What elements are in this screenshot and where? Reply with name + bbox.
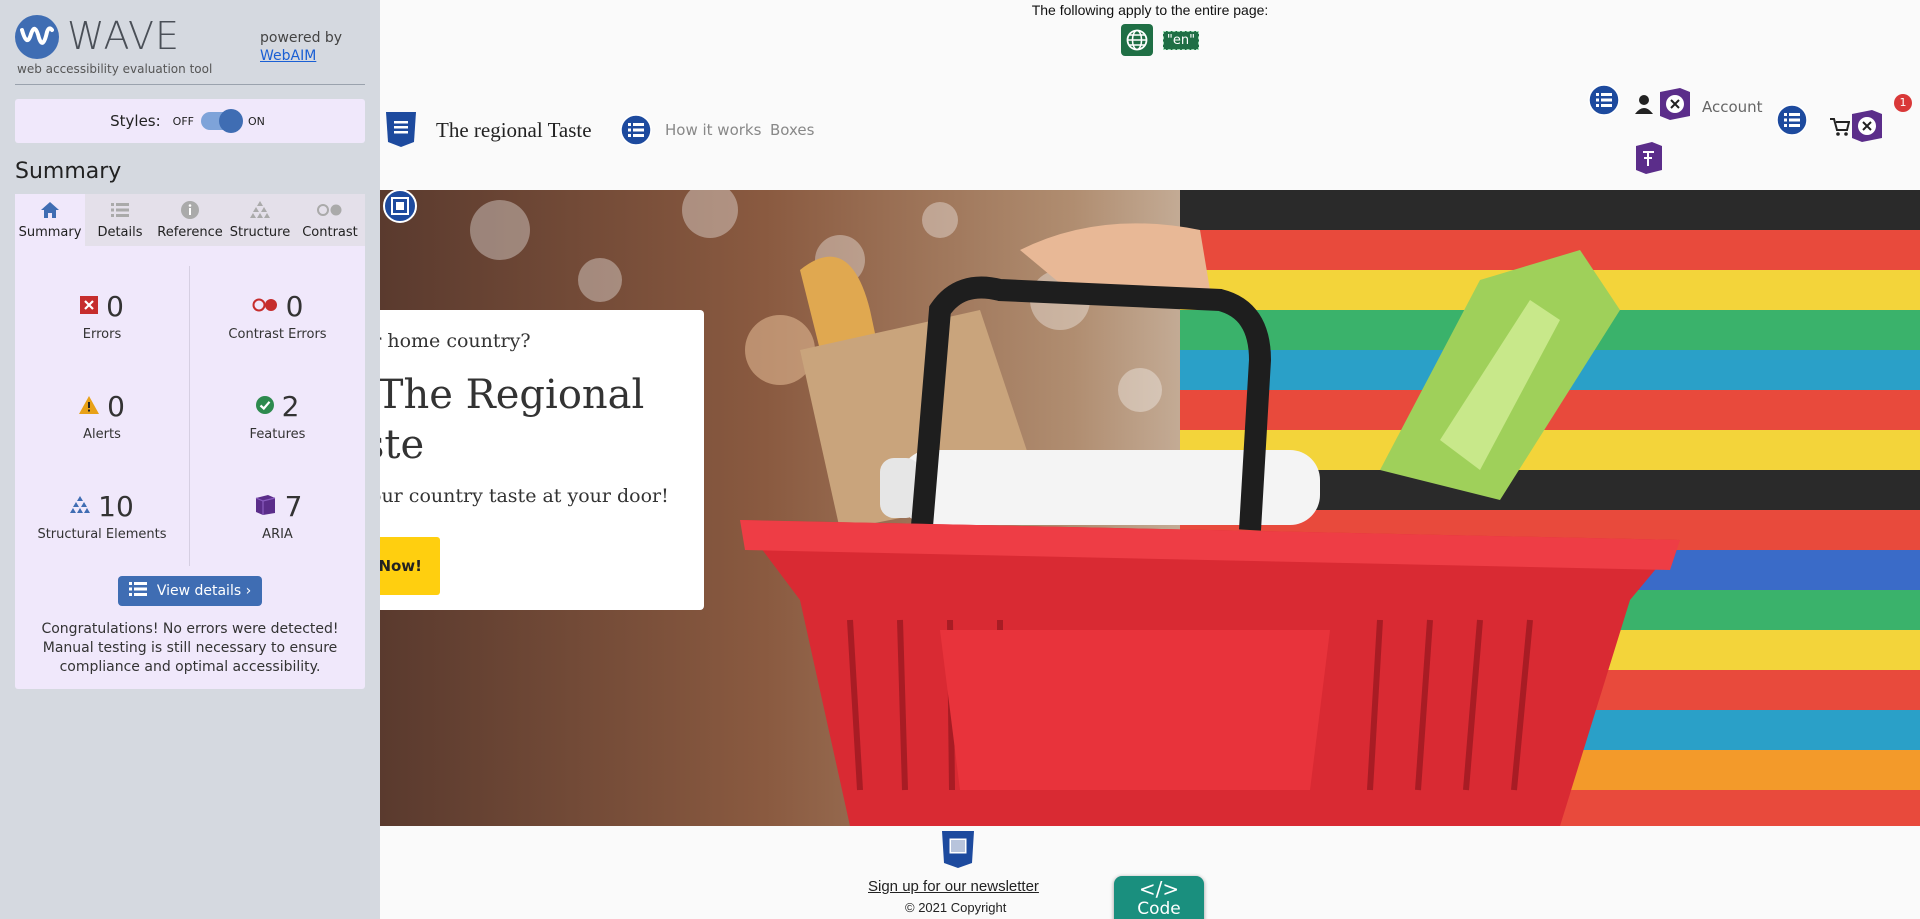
styles-toggle[interactable] [200,109,243,133]
site-header: The regional Taste How it works Boxes Ac… [380,70,1920,190]
nav-how-it-works[interactable]: How it works [665,121,761,139]
wave-title: WAVE [67,14,181,58]
stat-contrast-errors[interactable]: 0 Contrast Errors [190,266,365,366]
language-code: "en" [1162,30,1200,50]
structural-count: 10 [98,490,134,523]
header-landmark-icon[interactable] [384,110,418,152]
summary-stats: 0 Errors 0 Contrast Errors 0 Alerts 2 Fe… [15,246,365,566]
hero-cta-button[interactable]: Now! [380,537,440,595]
list-structure-icon[interactable] [1776,104,1808,140]
alerts-label: Alerts [83,427,121,442]
structure-tree-icon [70,495,91,518]
wave-sidebar: WAVE web accessibility evaluation tool p… [0,0,380,919]
features-label: Features [249,427,306,442]
stat-features[interactable]: 2 Features [190,366,365,466]
errors-count: 0 [106,290,124,323]
summary-panel: Summary Details Reference Structure Cont… [15,194,365,689]
summary-heading: Summary [15,159,122,184]
aria-count: 7 [284,490,303,523]
tab-structure[interactable]: Structure [225,194,295,246]
powered-by: powered by WebAIM [260,29,342,65]
contrast-icon [317,199,343,221]
user-icon[interactable] [1634,94,1654,118]
aria-close-icon[interactable] [1658,88,1692,124]
styles-on-label: ON [247,114,265,128]
tab-contrast[interactable]: Contrast [295,194,365,246]
list-structure-icon[interactable] [1588,84,1620,120]
stat-structural[interactable]: 10 Structural Elements [15,466,190,566]
code-tab-label: Code [1137,899,1181,919]
stat-alerts[interactable]: 0 Alerts [15,366,190,466]
hero-heading-line2: aste [380,422,425,468]
region-landmark-icon[interactable] [382,190,418,228]
applies-text: The following apply to the entire page: [1031,2,1269,18]
styles-toggle-row: Styles: OFF ON [15,99,365,143]
hero-question: ur home country? [380,330,531,352]
newsletter-link[interactable]: Sign up for our newsletter [868,878,1039,895]
aria-close-icon[interactable] [1850,110,1884,146]
hero-banner: ur home country? o The Regional aste our… [380,190,1920,826]
stat-errors[interactable]: 0 Errors [15,266,190,366]
copyright-text: © 2021 Copyright [905,900,1007,915]
wave-tagline: web accessibility evaluation tool [17,62,213,76]
footer-landmark-icon[interactable] [940,829,976,873]
webaim-link[interactable]: WebAIM [260,48,316,64]
alerts-count: 0 [107,390,125,423]
alert-icon [79,395,100,418]
cart-icon[interactable] [1830,118,1851,140]
aria-label-icon[interactable] [1634,142,1664,178]
tab-summary[interactable]: Summary [15,194,85,246]
tab-reference-label: Reference [157,225,223,240]
account-link[interactable]: Account [1702,98,1763,116]
wave-header: WAVE web accessibility evaluation tool p… [15,0,365,85]
error-icon [80,295,99,318]
cart-count-badge: 1 [1894,94,1912,112]
aria-cube-icon [253,494,277,520]
evaluated-page: The following apply to the entire page: … [380,0,1920,919]
tab-details-label: Details [97,225,143,240]
list-icon [128,582,147,600]
contrast-errors-count: 0 [285,290,304,323]
tab-contrast-label: Contrast [302,225,358,240]
home-icon [41,199,59,221]
list-icon [111,199,129,221]
nav-boxes[interactable]: Boxes [770,121,814,139]
contrast-errors-label: Contrast Errors [228,327,327,342]
feature-check-icon [255,395,274,418]
hero-heading: o The Regional aste [380,370,644,470]
hero-heading-line1: o The Regional [380,372,645,418]
powered-by-label: powered by [260,30,343,46]
structure-icon [250,199,270,221]
wave-logo-icon [15,15,59,59]
aria-label: ARIA [262,527,293,542]
code-icon: </> [1138,877,1180,901]
tab-details[interactable]: Details [85,194,155,246]
globe-icon[interactable] [1120,24,1153,56]
features-count: 2 [281,390,300,423]
contrast-error-icon [252,297,278,316]
view-details-button[interactable]: View details › [118,576,262,606]
code-panel-tab[interactable]: </> Code [1114,876,1204,919]
toggle-knob [218,109,243,133]
stat-aria[interactable]: 7 ARIA [190,466,365,566]
view-details-label: View details › [156,583,252,599]
list-structure-icon[interactable] [620,114,652,150]
styles-label: Styles: [110,112,161,130]
tab-structure-label: Structure [229,225,291,240]
wave-tabs: Summary Details Reference Structure Cont… [15,194,365,246]
styles-off-label: OFF [172,114,194,128]
congrats-message: Congratulations! No errors were detected… [41,621,339,675]
tab-reference[interactable]: Reference [155,194,225,246]
info-icon [181,199,199,221]
hero-card: ur home country? o The Regional aste our… [380,310,704,610]
site-footer: Sign up for our newsletter © 2021 Copyri… [380,826,1920,919]
page-level-annotations: The following apply to the entire page: … [380,0,1920,71]
hero-subtitle: our country taste at your door! [380,485,669,507]
structural-label: Structural Elements [37,527,167,542]
errors-label: Errors [82,327,122,342]
brand-name[interactable]: The regional Taste [436,118,592,143]
tab-summary-label: Summary [18,225,82,240]
